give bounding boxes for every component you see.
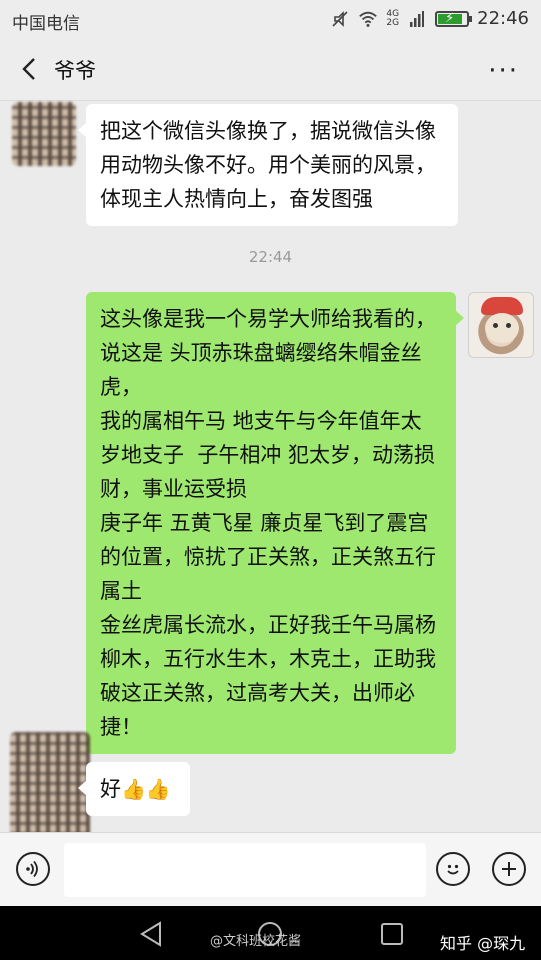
voice-icon (26, 860, 38, 878)
weibo-watermark: @文科班校花酱 (210, 934, 302, 949)
cat-eye-right (506, 323, 511, 328)
plus-icon (502, 862, 516, 876)
chat-header: 爷爷 ··· (0, 38, 541, 101)
status-bar: 中国电信 4G 2G ⚡ 22:46 (0, 0, 541, 38)
chat-title: 爷爷 (54, 59, 96, 83)
message-input[interactable] (64, 843, 426, 897)
cat-eye-left (493, 323, 498, 328)
emoji-button[interactable] (436, 852, 470, 886)
zhihu-watermark: 知乎 @琛九 (440, 934, 526, 953)
chevron-left-icon (22, 58, 35, 80)
recent-apps-icon[interactable] (378, 920, 406, 948)
thumbs-up-icon: 👍 (145, 777, 171, 801)
contact-avatar[interactable] (12, 102, 76, 166)
status-time: 22:46 (477, 8, 529, 29)
thumbs-up-icon: 👍 (121, 777, 146, 801)
wifi-icon (358, 9, 378, 29)
signal-icon (407, 9, 427, 29)
cat-face-shape (485, 313, 519, 343)
message-text: 好 (100, 777, 121, 801)
charging-icon: ⚡ (445, 10, 455, 26)
more-functions-button[interactable] (492, 852, 526, 886)
received-message-bubble[interactable]: 好👍👍 (78, 762, 190, 816)
message-timestamp: 22:44 (248, 248, 293, 266)
smiley-icon (447, 864, 459, 875)
message-input-bar (0, 832, 541, 907)
more-options-button[interactable]: ··· (488, 56, 519, 86)
user-avatar[interactable] (468, 292, 534, 358)
received-message-bubble[interactable]: 把这个微信头像换了，据说微信头像用动物头像不好。用个美丽的风景，体现主人热情向上… (78, 104, 458, 226)
battery-icon: ⚡ (435, 10, 473, 27)
network-type: 4G 2G (386, 9, 400, 28)
mute-icon (330, 9, 350, 29)
sent-message-bubble[interactable]: 这头像是我一个易学大师给我看的，说这是 头顶赤珠盘螭缨络朱帽金丝虎， 我的属相午… (86, 292, 464, 754)
network-tag-2g: 2G (386, 17, 400, 28)
back-button[interactable] (14, 52, 44, 86)
back-triangle-icon[interactable] (138, 920, 166, 948)
status-icons: 4G 2G ⚡ 22:46 (330, 8, 529, 29)
carrier-name: 中国电信 (12, 14, 80, 34)
voice-input-button[interactable] (16, 852, 50, 886)
